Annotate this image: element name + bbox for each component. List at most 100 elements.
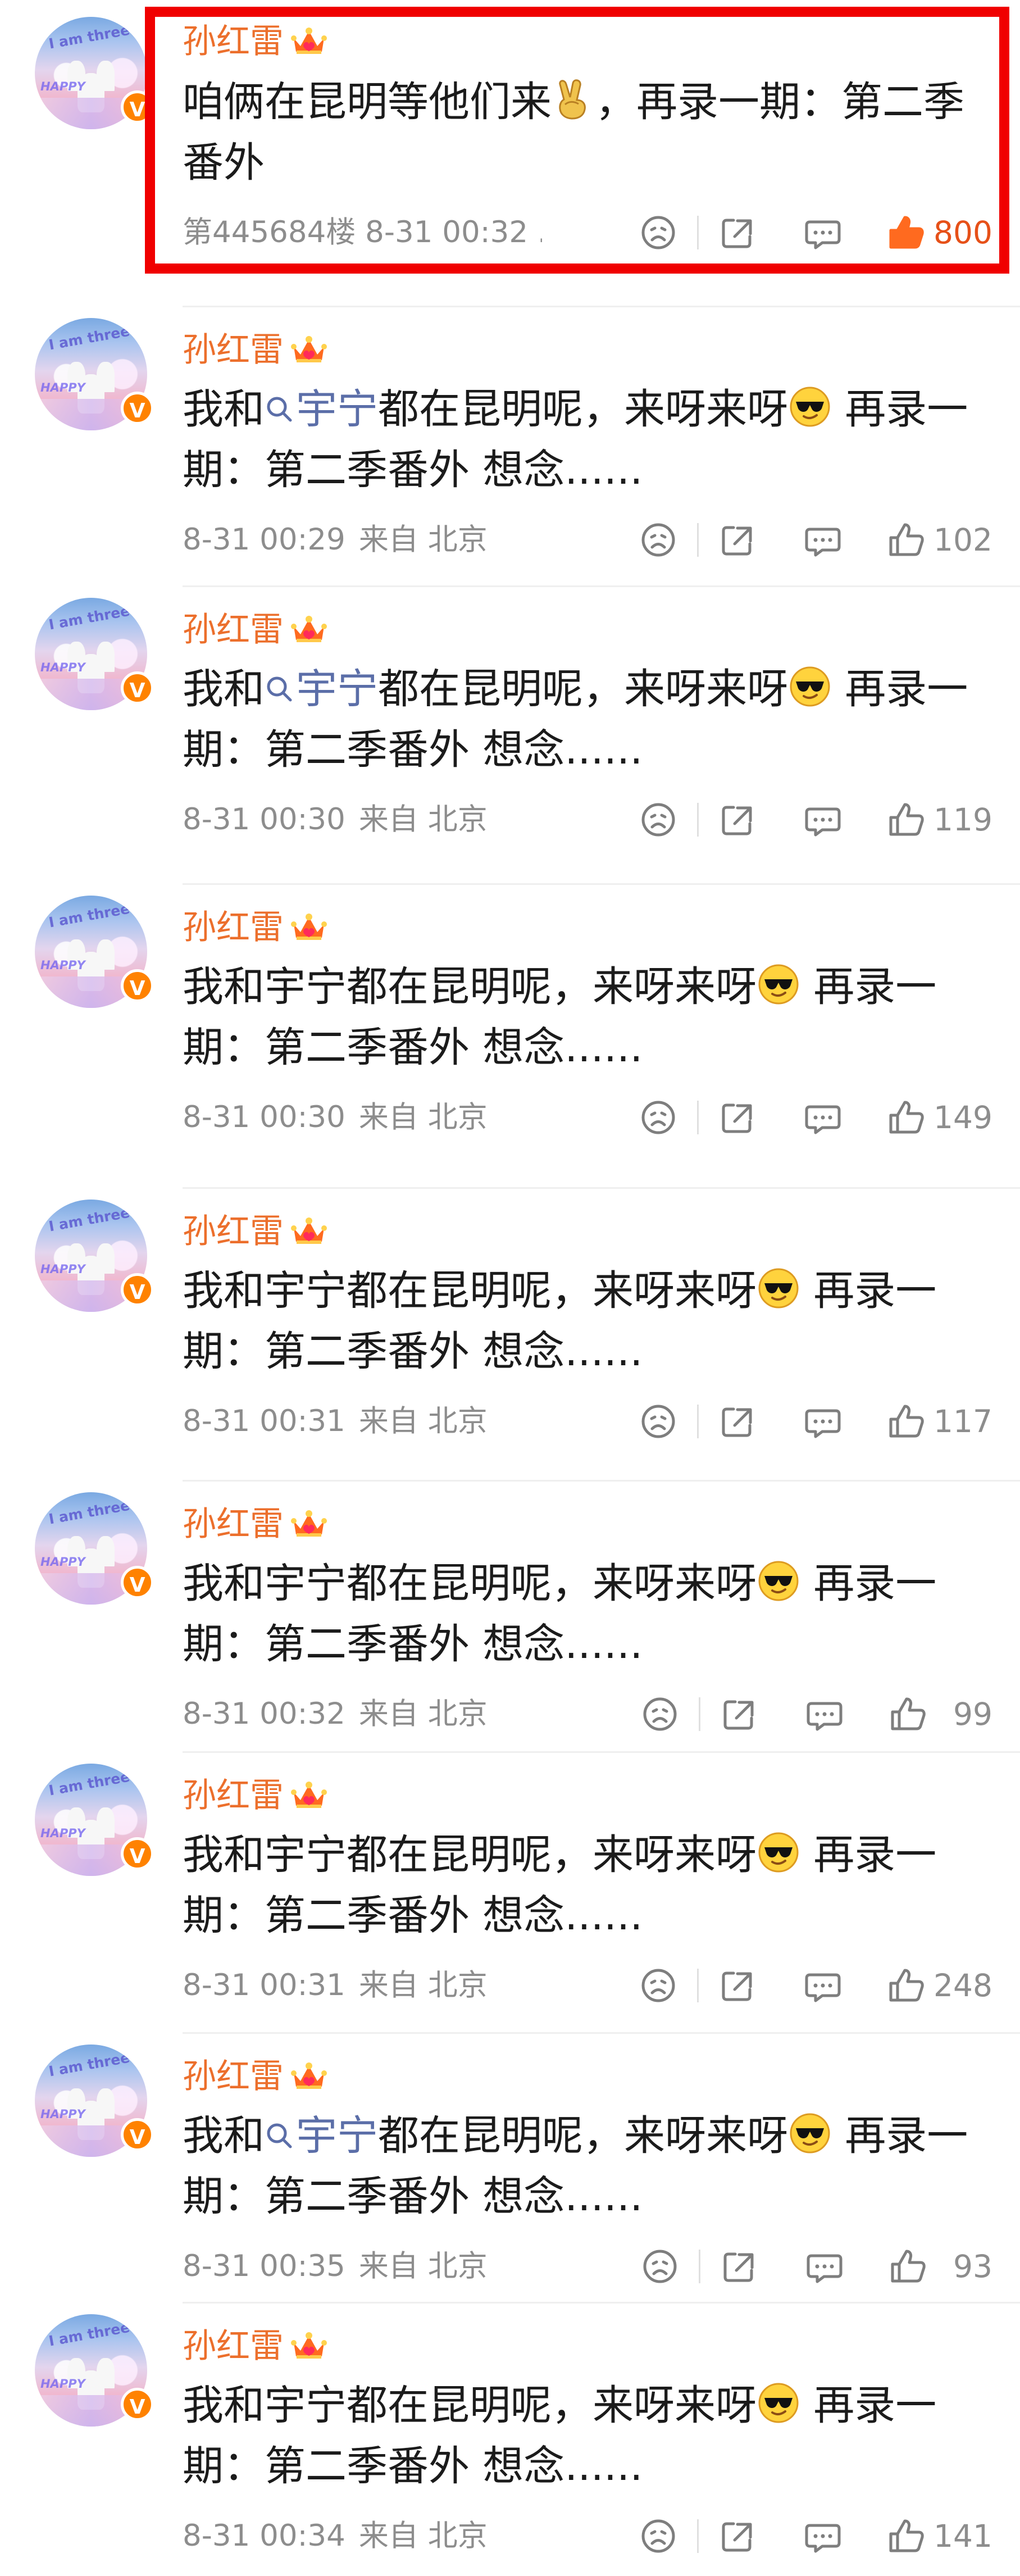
- dislike-button[interactable]: [639, 1098, 678, 1137]
- verified-badge: V: [121, 1837, 154, 1870]
- verified-badge: V: [121, 2118, 154, 2151]
- like-button[interactable]: 141: [886, 2513, 992, 2559]
- username[interactable]: 孙红雷: [183, 328, 284, 372]
- comment-meta-row: 8-31 00:35 来自 北京 93: [183, 2243, 992, 2289]
- comment-item: I am three HAPPY V 孙红雷 我和 宇宁都在昆明呢，来呀来呀 再录一期…: [0, 306, 1020, 585]
- share-button[interactable]: [718, 2516, 757, 2556]
- like-button[interactable]: 149: [886, 1094, 992, 1141]
- dislike-button[interactable]: [639, 2516, 678, 2556]
- comment-item: I am three HAPPY V 孙红雷 我和宇宁都在昆明呢，来呀来呀 再录一期：…: [0, 1480, 1020, 1751]
- like-button[interactable]: 119: [886, 797, 992, 843]
- reply-button[interactable]: [803, 2516, 843, 2556]
- comment-meta: 第445684楼 8-31 00:32 .: [183, 210, 542, 256]
- verified-badge: V: [121, 1273, 154, 1306]
- comment-actions: 248: [639, 1962, 992, 2009]
- reply-icon: [805, 1409, 841, 1438]
- reply-button[interactable]: [803, 520, 843, 560]
- reply-button[interactable]: [803, 1402, 843, 1441]
- dislike-button[interactable]: [640, 1694, 680, 1734]
- topic-link[interactable]: 宇宁: [265, 2112, 378, 2160]
- comment-divider: [183, 306, 1020, 307]
- like-button[interactable]: 102: [886, 517, 992, 563]
- share-button[interactable]: [718, 213, 757, 252]
- sunglasses-face-icon: [788, 665, 832, 708]
- comment-meta-row: 8-31 00:30 来自 北京 119: [183, 797, 992, 843]
- reply-button[interactable]: [805, 1694, 844, 1734]
- action-separator: [697, 1405, 699, 1438]
- dislike-button[interactable]: [639, 1966, 678, 2005]
- comment-text-fragment: 我和: [183, 385, 265, 433]
- search-icon: [265, 381, 295, 422]
- comment-actions: 99: [640, 1691, 992, 1737]
- username[interactable]: 孙红雷: [183, 607, 284, 652]
- comment-text: 我和宇宁都在昆明呢，来呀来呀 再录一期：第二季番外 想念......: [183, 1261, 980, 1382]
- sunglasses-face-icon: [788, 385, 832, 429]
- comment-author-row: 孙红雷: [183, 1773, 327, 1818]
- like-icon: [886, 1966, 926, 2005]
- comment-text-fragment: 我和宇宁都在昆明呢，来呀来呀: [183, 963, 757, 1011]
- comment-author-row: 孙红雷: [183, 607, 327, 652]
- comment-actions: 102: [639, 517, 992, 563]
- avatar-overlay-text: I am three: [47, 1204, 131, 1235]
- avatar-overlay-text: I am three: [47, 2319, 131, 2350]
- reply-icon: [805, 1105, 841, 1134]
- dislike-button[interactable]: [639, 1402, 678, 1441]
- username[interactable]: 孙红雷: [183, 1502, 284, 1547]
- like-button[interactable]: 99: [888, 1691, 992, 1737]
- reply-button[interactable]: [803, 213, 843, 252]
- share-button[interactable]: [720, 1694, 759, 1734]
- username[interactable]: 孙红雷: [183, 905, 284, 950]
- like-button[interactable]: 117: [886, 1398, 992, 1444]
- verified-badge: V: [121, 2388, 154, 2421]
- like-count: 119: [934, 802, 992, 838]
- comment-meta: 8-31 00:31 来自 北京: [183, 1962, 488, 2009]
- like-icon: [886, 213, 926, 252]
- reply-button[interactable]: [803, 1098, 843, 1137]
- like-icon: [886, 1402, 926, 1441]
- avatar-happy-text: HAPPY: [40, 661, 85, 674]
- dislike-button[interactable]: [639, 800, 678, 839]
- comment-item: I am three HAPPY V 孙红雷 我和宇宁都在昆明呢，来呀来呀 再录一期：…: [0, 2302, 1020, 2576]
- username[interactable]: 孙红雷: [183, 1773, 284, 1818]
- username[interactable]: 孙红雷: [183, 19, 284, 64]
- comment-text-fragment: 都在昆明呢，来呀来呀: [378, 665, 788, 713]
- action-separator: [699, 1697, 700, 1731]
- username[interactable]: 孙红雷: [183, 2324, 284, 2369]
- share-button[interactable]: [720, 2247, 759, 2286]
- like-count: 117: [934, 1403, 992, 1439]
- verified-badge: V: [121, 90, 154, 124]
- reply-button[interactable]: [803, 800, 843, 839]
- dislike-icon: [641, 2519, 675, 2553]
- reply-button[interactable]: [805, 2247, 844, 2286]
- share-icon: [722, 219, 752, 248]
- comment-divider: [183, 1480, 1020, 1482]
- share-icon: [722, 526, 752, 556]
- comment-author-row: 孙红雷: [183, 905, 327, 950]
- dislike-icon: [641, 523, 675, 557]
- like-icon: [886, 1098, 926, 1137]
- like-button[interactable]: 248: [886, 1962, 992, 2009]
- dislike-button[interactable]: [639, 520, 678, 560]
- dislike-icon: [643, 1697, 677, 1731]
- share-button[interactable]: [718, 520, 757, 560]
- reply-button[interactable]: [803, 1966, 843, 2005]
- username[interactable]: 孙红雷: [183, 2054, 284, 2099]
- comment-text-fragment: 我和: [183, 665, 265, 713]
- avatar-happy-text: HAPPY: [40, 381, 85, 394]
- share-button[interactable]: [718, 1402, 757, 1441]
- like-button[interactable]: 93: [888, 2243, 992, 2289]
- dislike-button[interactable]: [640, 2247, 680, 2286]
- username[interactable]: 孙红雷: [183, 1209, 284, 1254]
- reply-icon: [807, 1702, 843, 1731]
- comment-author-row: 孙红雷: [183, 19, 327, 64]
- share-button[interactable]: [718, 800, 757, 839]
- comment-meta-row: 8-31 00:31 来自 北京 117: [183, 1398, 992, 1444]
- topic-link[interactable]: 宇宁: [265, 385, 378, 433]
- dislike-button[interactable]: [639, 213, 678, 252]
- share-button[interactable]: [718, 1966, 757, 2005]
- like-icon: [888, 2247, 927, 2286]
- crown-icon: [290, 335, 327, 365]
- share-button[interactable]: [718, 1098, 757, 1137]
- topic-link[interactable]: 宇宁: [265, 665, 378, 713]
- like-button[interactable]: 800: [886, 210, 992, 256]
